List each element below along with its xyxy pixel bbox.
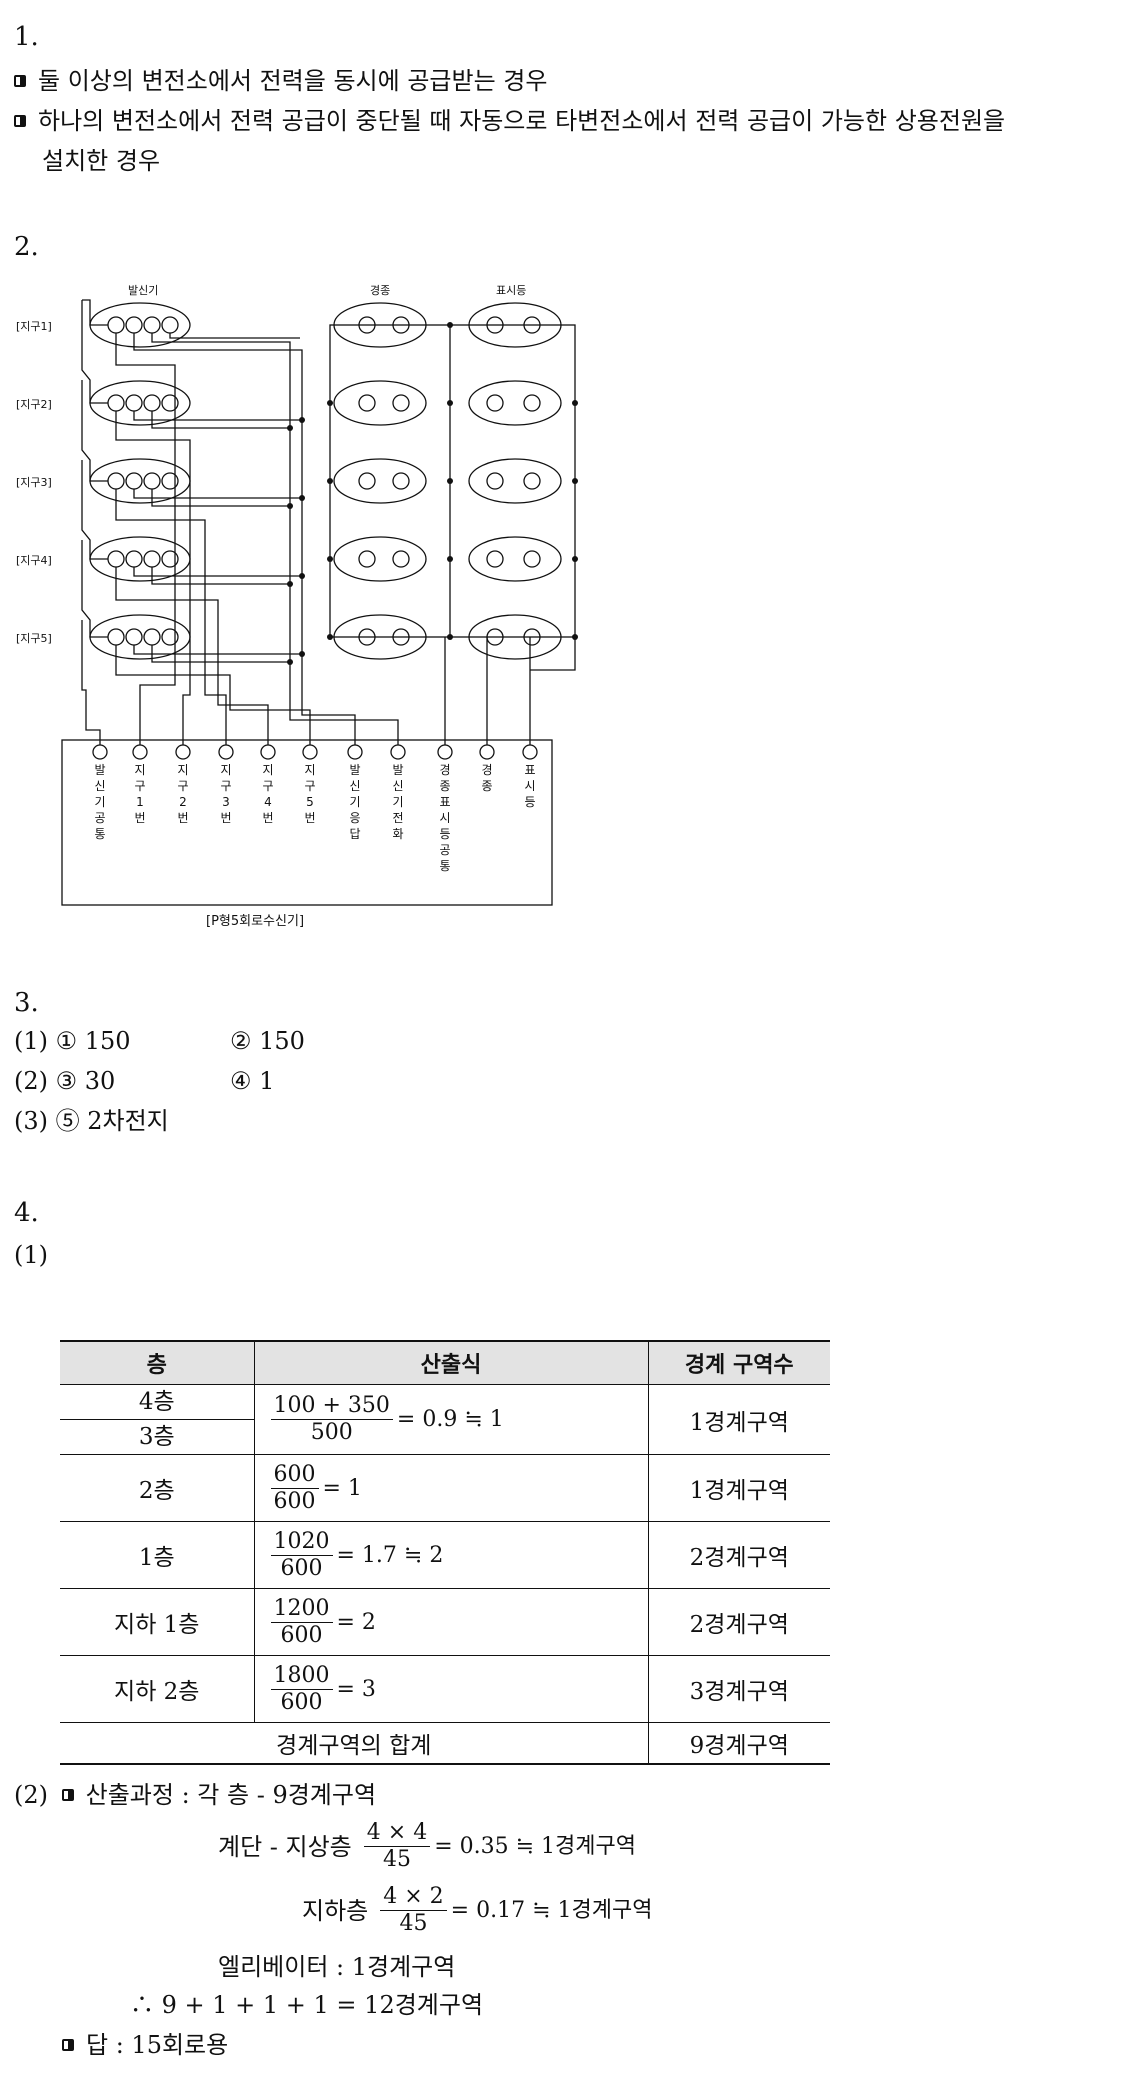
- zones-cell: 1경계구역: [647, 1384, 830, 1455]
- bullet-icon: [61, 1789, 74, 1801]
- q3-number: 3.: [14, 988, 39, 1018]
- terminal-label: 지구5번: [304, 763, 316, 825]
- floor-cell: 1층: [60, 1521, 254, 1589]
- header-zones: 경계 구역수: [647, 1340, 830, 1385]
- stair-calc: 계단 - 지상층 4 × 4 45 = 0.35 ≒ 1경계구역: [218, 1820, 636, 1872]
- q1-bullet-2: 하나의 변전소에서 전력 공급이 중단될 때 자동으로 타변전소에서 전력 공급…: [14, 106, 1005, 136]
- q1-number: 1.: [14, 22, 39, 52]
- zones-cell: 3경계구역: [647, 1655, 830, 1723]
- elevator-line: 엘리베이터 : 1경계구역: [218, 1953, 456, 1981]
- q1-bullet-1: 둘 이상의 변전소에서 전력을 동시에 공급받는 경우: [14, 66, 547, 96]
- zones-cell: 2경계구역: [647, 1521, 830, 1589]
- zone-label-4: [지구4]: [16, 554, 52, 567]
- label-indicator: 표시등: [496, 284, 527, 297]
- q4-number: 4.: [14, 1198, 39, 1228]
- terminal-label: 지구1번: [134, 763, 146, 825]
- answer-line: 답 : 15회로용: [62, 2030, 228, 2060]
- terminal-label: 경종: [481, 763, 493, 793]
- q4-sub2: (2) 산출과정 : 각 층 - 9경계구역: [14, 1781, 377, 1809]
- formula-cell: 100 + 350 500 = 0.9 ≒ 1: [253, 1384, 648, 1455]
- diagram-caption: [P형5회로수신기]: [206, 914, 305, 929]
- floor-cell: 2층: [60, 1454, 254, 1522]
- zones-cell: 1경계구역: [647, 1454, 830, 1522]
- q3-line-3a: (3) ⑤ 2차전지: [14, 1107, 169, 1135]
- q2-number: 2.: [14, 232, 39, 262]
- zone-label-2: [지구2]: [16, 398, 52, 411]
- terminal-label: 경종표시등공통: [439, 763, 451, 873]
- q4-sub1: (1): [14, 1241, 48, 1269]
- bullet-icon: [14, 115, 26, 127]
- zone-label-5: [지구5]: [16, 632, 52, 645]
- terminal-label: 지구3번: [220, 763, 232, 825]
- zone-count-table: 층 산출식 경계 구역수 4층 3층 100 + 350 500 = 0.9 ≒ 1…: [60, 1340, 830, 1765]
- zones-cell: 2경계구역: [647, 1588, 830, 1656]
- underground-calc: 지하층 4 × 2 45 = 0.17 ≒ 1경계구역: [302, 1884, 653, 1936]
- terminal-label: 지구4번: [262, 763, 274, 825]
- floor-cell: 지하 1층: [60, 1588, 254, 1656]
- label-transmitter: 발신기: [128, 284, 159, 297]
- bell-units: [333, 302, 427, 660]
- header-formula: 산출식: [253, 1340, 648, 1385]
- floor-cell: 4층 3층: [60, 1384, 254, 1455]
- formula-cell: 1200 600 = 2: [253, 1588, 648, 1656]
- bullet-icon: [14, 75, 26, 87]
- label-bell: 경종: [370, 284, 391, 297]
- formula-cell: 1020 600 = 1.7 ≒ 2: [253, 1521, 648, 1589]
- q3-line-2a: (2) ③ 30: [14, 1067, 116, 1095]
- q3-line-1b: ② 150: [230, 1027, 305, 1055]
- q1-bullet-2-cont: 설치한 경우: [42, 147, 161, 175]
- p-type-receiver-wiring-diagram: [61, 299, 578, 906]
- terminal-label: 발신기전화: [392, 763, 404, 841]
- terminal-label: 발신기응답: [349, 763, 361, 841]
- total-value-cell: 9경계구역: [647, 1722, 830, 1765]
- bullet-icon: [62, 2039, 74, 2051]
- zone-label-1: [지구1]: [16, 320, 52, 333]
- zone-label-3: [지구3]: [16, 476, 52, 489]
- floor-cell: 지하 2층: [60, 1655, 254, 1723]
- terminal-label: 지구2번: [177, 763, 189, 825]
- terminal-label: 표시등: [524, 763, 536, 809]
- total-label-cell: 경계구역의 합계: [60, 1722, 648, 1765]
- header-floor: 층: [60, 1340, 254, 1385]
- formula-cell: 1800 600 = 3: [253, 1655, 648, 1723]
- q3-line-1a: (1) ① 150: [14, 1027, 131, 1055]
- q3-line-2b: ④ 1: [230, 1067, 275, 1095]
- indicator-units: [468, 302, 562, 660]
- formula-cell: 600 600 = 1: [253, 1454, 648, 1522]
- sum-line: ∴ 9 + 1 + 1 + 1 = 12경계구역: [130, 1991, 484, 2019]
- terminal-label: 발신기공통: [94, 763, 106, 841]
